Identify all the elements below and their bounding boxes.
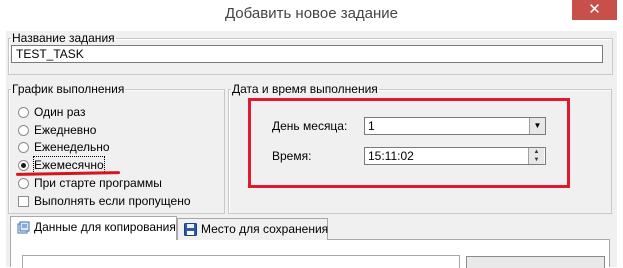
day-of-month-label: День месяца: <box>272 119 348 133</box>
panel-button[interactable] <box>466 256 605 268</box>
spin-down-icon[interactable]: ▼ <box>529 156 544 164</box>
radio-label: Один раз <box>34 105 86 119</box>
window-frame-right <box>617 31 623 267</box>
radio-button[interactable] <box>18 125 29 136</box>
save-disk-icon <box>184 223 197 236</box>
tab-copy-data[interactable]: Данные для копирования <box>10 216 177 240</box>
day-of-month-select[interactable]: 1 ▼ <box>364 117 546 135</box>
task-name-legend: Название задания <box>12 31 115 45</box>
time-spinner[interactable]: 15:11:02 ▲ ▼ <box>364 147 546 165</box>
day-of-month-value: 1 <box>368 119 375 133</box>
close-icon: ✕ <box>588 1 601 18</box>
dropdown-arrow-icon[interactable]: ▼ <box>529 118 545 134</box>
radio-label: При старте программы <box>34 176 162 190</box>
schedule-legend: График выполнения <box>12 82 125 96</box>
task-name-input[interactable]: TEST_TASK <box>11 45 603 63</box>
close-button[interactable]: ✕ <box>572 0 617 20</box>
radio-button[interactable] <box>18 142 29 153</box>
copy-data-list[interactable] <box>22 255 460 268</box>
title-bar: Добавить новое задание ✕ <box>0 0 623 32</box>
tab-save-location[interactable]: Место для сохранения <box>177 218 328 240</box>
datetime-legend: Дата и время выполнения <box>232 82 378 96</box>
tab-label: Данные для копирования <box>34 220 176 234</box>
radio-label: Еженедельно <box>34 140 110 154</box>
radio-button[interactable] <box>18 107 29 118</box>
window-title: Добавить новое задание <box>224 5 399 22</box>
radio-button[interactable] <box>18 178 29 189</box>
tab-label: Место для сохранения <box>201 222 329 236</box>
checkbox-label: Выполнять если пропущено <box>34 194 191 208</box>
radio-label: Ежедневно <box>34 123 97 137</box>
spinner-buttons: ▲ ▼ <box>528 148 545 164</box>
red-highlight-box <box>248 98 570 188</box>
time-value: 15:11:02 <box>368 149 414 163</box>
checkbox[interactable] <box>18 196 29 207</box>
time-label: Время: <box>272 149 312 163</box>
radio-button-selected[interactable] <box>18 160 29 171</box>
copy-data-icon <box>17 221 30 234</box>
